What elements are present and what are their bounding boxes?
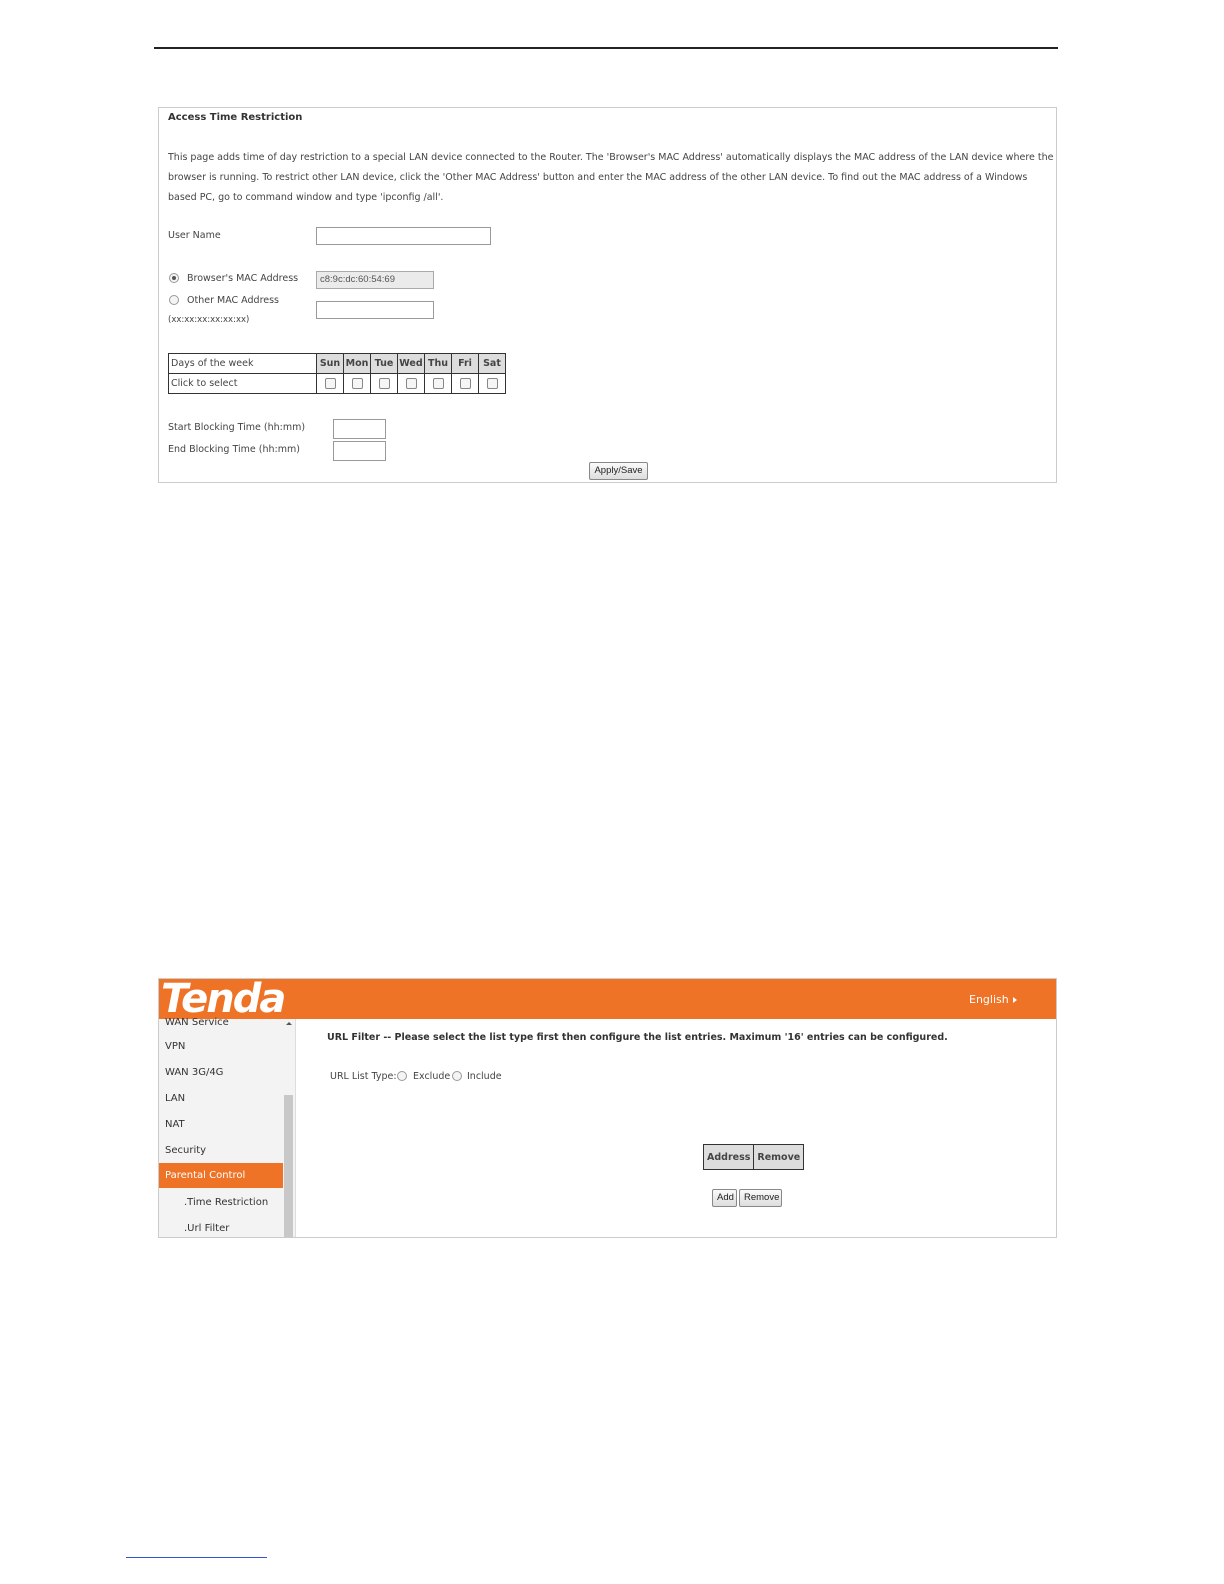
apply-save-button[interactable]: Apply/Save — [589, 462, 648, 480]
address-column-header: Address — [702, 1144, 755, 1170]
sidebar-item-security[interactable]: Security — [159, 1138, 283, 1163]
remove-column-header: Remove — [753, 1144, 805, 1170]
days-checkbox-row: Click to select — [168, 373, 506, 394]
footer-link-underline — [126, 1557, 267, 1558]
other-mac-radio[interactable] — [169, 295, 179, 305]
day-sun: Sun — [316, 353, 344, 374]
page-description: This page adds time of day restriction t… — [168, 152, 1054, 203]
page-top-rule — [154, 47, 1058, 49]
browser-mac-radio[interactable] — [169, 273, 179, 283]
days-header-row: Days of the week Sun Mon Tue Wed Thu Fri… — [168, 353, 506, 374]
sidebar-item-parental-control[interactable]: Parental Control — [159, 1163, 283, 1188]
add-button[interactable]: Add — [712, 1189, 737, 1207]
include-radio[interactable] — [452, 1071, 462, 1081]
sidebar-item-url-filter[interactable]: .Url Filter — [159, 1216, 283, 1237]
sidebar-item-wan-3g-4g[interactable]: WAN 3G/4G — [159, 1060, 283, 1085]
caret-right-icon — [1013, 997, 1017, 1003]
browser-mac-field: c8:9c:dc:60:54:69 — [316, 271, 434, 289]
wed-checkbox[interactable] — [405, 378, 417, 389]
mon-checkbox[interactable] — [351, 378, 363, 389]
sidebar-item-wan-service[interactable]: WAN Service — [159, 1010, 283, 1035]
day-thu: Thu — [424, 353, 452, 374]
start-blocking-time-input[interactable] — [333, 419, 386, 439]
url-entries-table: Address Remove — [702, 1144, 805, 1170]
day-tue: Tue — [370, 353, 398, 374]
day-sat: Sat — [478, 353, 506, 374]
access-time-restriction-panel: Access Time Restriction This page adds t… — [158, 107, 1057, 483]
tue-checkbox[interactable] — [378, 378, 390, 389]
other-mac-format-hint: (xx:xx:xx:xx:xx:xx) — [168, 315, 250, 325]
remove-button[interactable]: Remove — [739, 1189, 782, 1207]
start-blocking-time-label: Start Blocking Time (hh:mm) — [168, 422, 306, 433]
include-label: Include — [467, 1071, 502, 1082]
thu-checkbox[interactable] — [432, 378, 444, 389]
page-title: Access Time Restriction — [168, 112, 303, 123]
scroll-up-arrow-icon[interactable] — [286, 1022, 292, 1025]
sidebar-item-nat[interactable]: NAT — [159, 1112, 283, 1137]
header-bar: Tenda English — [159, 979, 1056, 1022]
exclude-radio[interactable] — [397, 1071, 407, 1081]
end-blocking-time-label: End Blocking Time (hh:mm) — [168, 444, 300, 455]
sidebar-divider — [295, 1019, 296, 1237]
user-name-input[interactable] — [316, 227, 491, 245]
day-mon: Mon — [343, 353, 371, 374]
other-mac-input[interactable] — [316, 301, 434, 319]
url-list-type-label: URL List Type: — [330, 1071, 397, 1082]
day-fri: Fri — [451, 353, 479, 374]
sidebar-item-vpn[interactable]: VPN — [159, 1034, 283, 1059]
days-of-week-table: Days of the week Sun Mon Tue Wed Thu Fri… — [168, 353, 506, 394]
exclude-label: Exclude — [413, 1071, 451, 1082]
sidebar-scroll-thumb[interactable] — [284, 1095, 293, 1237]
fri-checkbox[interactable] — [459, 378, 471, 389]
url-entries-header-row: Address Remove — [702, 1144, 805, 1170]
browser-mac-label: Browser's MAC Address — [187, 273, 299, 284]
language-selector[interactable]: English — [969, 993, 1009, 1006]
day-wed: Wed — [397, 353, 425, 374]
sun-checkbox[interactable] — [324, 378, 336, 389]
url-filter-title: URL Filter -- Please select the list typ… — [327, 1032, 948, 1043]
url-filter-panel: Tenda English WAN Service VPN WAN 3G/4G … — [158, 978, 1057, 1238]
days-header-label: Days of the week — [168, 353, 317, 374]
sat-checkbox[interactable] — [486, 378, 498, 389]
sidebar-item-time-restriction[interactable]: .Time Restriction — [159, 1190, 283, 1215]
user-name-label: User Name — [168, 230, 221, 241]
other-mac-label: Other MAC Address — [187, 295, 280, 306]
sidebar-item-lan[interactable]: LAN — [159, 1086, 283, 1111]
click-to-select-label: Click to select — [168, 373, 317, 394]
end-blocking-time-input[interactable] — [333, 441, 386, 461]
